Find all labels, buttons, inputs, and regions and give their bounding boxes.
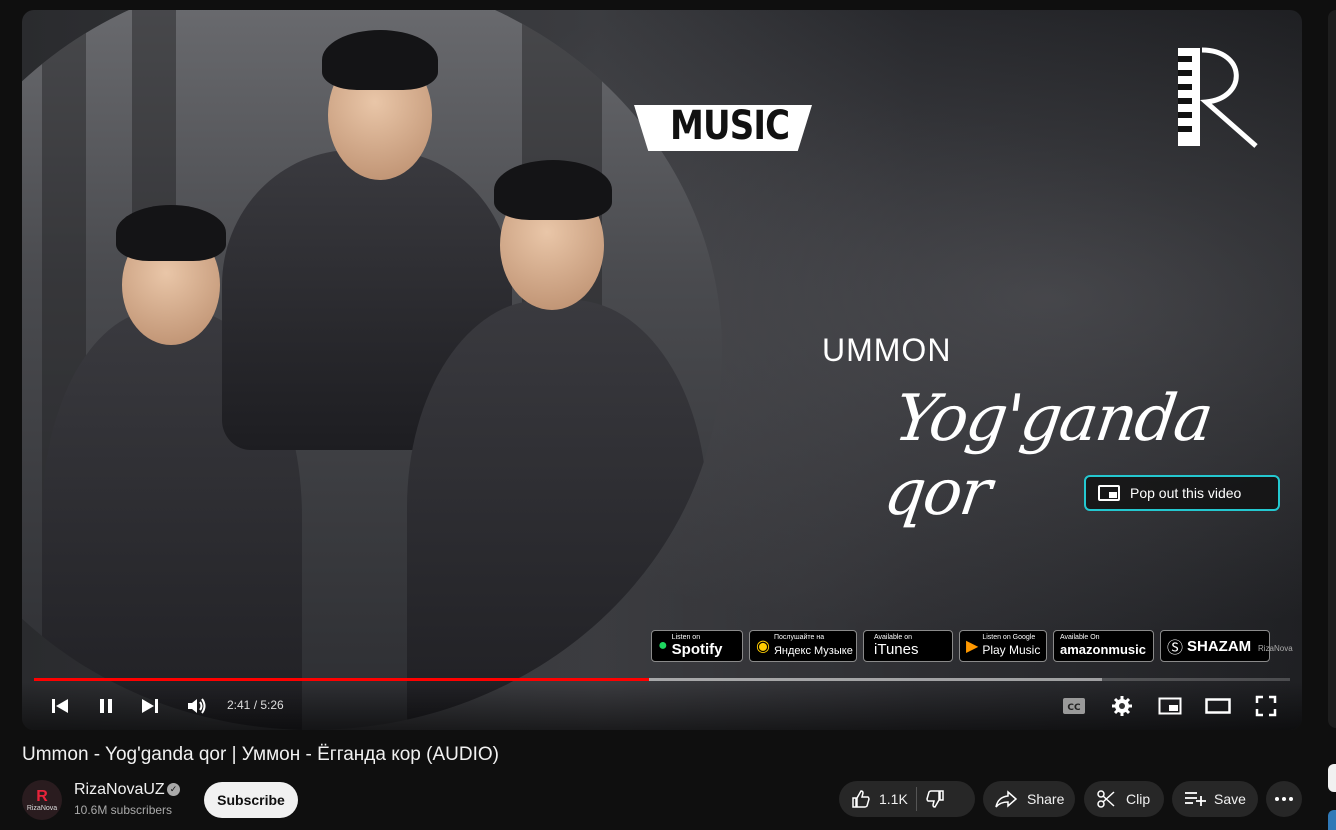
badge-big-text: iTunes	[874, 640, 919, 658]
badge-big-text: Spotify	[671, 640, 723, 658]
avatar-logo-icon: R	[36, 787, 48, 805]
volume-button[interactable]	[183, 692, 211, 720]
pop-out-button[interactable]: Pop out this video	[1084, 475, 1280, 511]
like-button[interactable]: 1.1K	[839, 789, 908, 809]
music-tag: MUSIC	[634, 105, 812, 151]
badge-big-text: SHAZAM	[1187, 637, 1252, 655]
volume-icon	[188, 698, 206, 714]
google-play-badge: ▶ Listen on Google Play Music	[959, 630, 1047, 662]
thumbs-up-icon	[852, 790, 870, 808]
progress-played	[34, 678, 650, 681]
channel-avatar[interactable]: R RizaNova	[22, 780, 62, 820]
video-player[interactable]: MUSIC UMMON Yog'ganda qor Pop out this v…	[22, 10, 1302, 730]
subscribe-button[interactable]: Subscribe	[204, 782, 298, 818]
pop-out-icon	[1098, 485, 1120, 501]
share-label: Share	[1027, 791, 1065, 807]
like-count: 1.1K	[879, 791, 908, 807]
thumbs-down-icon	[926, 790, 944, 808]
badge-small-text: Listen on	[671, 633, 701, 641]
more-horizontal-icon	[1275, 797, 1293, 801]
share-button[interactable]: Share	[983, 781, 1075, 817]
playlist-add-icon	[1185, 792, 1206, 806]
more-actions-button[interactable]	[1266, 781, 1302, 817]
store-badges: ● Listen on Spotify ◉ Послушайте на Яндекс…	[651, 630, 1270, 662]
clip-label: Clip	[1126, 791, 1151, 807]
miniplayer-icon	[1158, 697, 1182, 715]
miniplayer-button[interactable]	[1156, 692, 1184, 720]
hair-right	[494, 160, 612, 220]
pop-out-label: Pop out this video	[1130, 485, 1242, 501]
time-display: 2:41 / 5:26	[227, 698, 284, 712]
previous-icon	[52, 699, 68, 713]
clip-button[interactable]: Clip	[1084, 781, 1164, 817]
channel-name[interactable]: RizaNovaUZ	[74, 781, 165, 799]
shazam-icon: Ⓢ	[1167, 640, 1184, 657]
share-icon	[995, 790, 1017, 808]
avatar-text: RizaNova	[26, 804, 58, 812]
yandex-music-icon: ◉	[756, 638, 770, 655]
fullscreen-button[interactable]	[1252, 692, 1280, 720]
spotify-badge: ● Listen on Spotify	[651, 630, 743, 662]
badge-big-text: Яндекс Музыке	[773, 644, 853, 657]
player-controls: 2:41 / 5:26 CC	[22, 682, 1302, 730]
sidebar-edge-chip	[1328, 764, 1336, 792]
spotify-icon: ●	[658, 637, 668, 654]
badge-small-text: Listen on Google	[982, 633, 1036, 641]
pause-button[interactable]	[92, 692, 120, 720]
video-title: Ummon - Yog'ganda qor | Уммон - Ёгганда …	[22, 744, 499, 765]
music-tag-text: MUSIC	[670, 103, 790, 149]
captions-icon: CC	[1063, 698, 1085, 714]
duration: 5:26	[260, 698, 284, 712]
sidebar-edge-accent	[1328, 810, 1336, 830]
settings-button[interactable]	[1108, 692, 1136, 720]
captions-button[interactable]: CC	[1060, 692, 1088, 720]
like-divider	[915, 787, 917, 811]
svg-text:CC: CC	[1067, 703, 1081, 713]
theater-icon	[1205, 698, 1231, 714]
artist-name: UMMON	[822, 332, 952, 368]
itunes-badge: Available on iTunes	[863, 630, 953, 662]
save-label: Save	[1214, 791, 1246, 807]
progress-bar[interactable]	[34, 678, 1290, 681]
rizanova-watermark: RizaNova	[1258, 644, 1293, 653]
gear-icon	[1112, 696, 1132, 716]
scissors-icon	[1097, 790, 1115, 808]
current-time: 2:41	[227, 698, 251, 712]
subscriber-count: 10.6M subscribers	[74, 803, 173, 817]
shazam-badge: Ⓢ SHAZAM	[1160, 630, 1270, 662]
save-button[interactable]: Save	[1172, 781, 1258, 817]
person-right	[407, 300, 707, 730]
badge-big-text: amazonmusic	[1060, 641, 1146, 657]
pause-icon	[100, 699, 112, 713]
google-play-icon: ▶	[966, 638, 979, 655]
previous-button[interactable]	[46, 692, 74, 720]
next-button[interactable]	[136, 692, 164, 720]
artist-photo	[22, 10, 722, 730]
hair-left	[116, 205, 226, 261]
like-dislike-group: 1.1K	[839, 781, 975, 817]
sidebar-edge	[1328, 10, 1336, 728]
next-icon	[142, 699, 158, 713]
yandex-badge: ◉ Послушайте на Яндекс Музыке	[749, 630, 857, 662]
rizanova-logo-icon	[1178, 47, 1258, 148]
hair-center	[322, 30, 438, 90]
time-separator: /	[250, 698, 261, 712]
badge-small-text: Available on	[874, 633, 913, 641]
badge-small-text: Послушайте на	[773, 633, 825, 641]
theater-mode-button[interactable]	[1204, 692, 1232, 720]
badge-small-text: Available On	[1060, 633, 1100, 641]
verified-icon: ✓	[167, 783, 180, 796]
dislike-button[interactable]	[925, 789, 945, 809]
amazon-badge: Available On amazonmusic	[1053, 630, 1154, 662]
fullscreen-icon	[1255, 695, 1277, 717]
badge-big-text: Play Music	[982, 642, 1041, 657]
